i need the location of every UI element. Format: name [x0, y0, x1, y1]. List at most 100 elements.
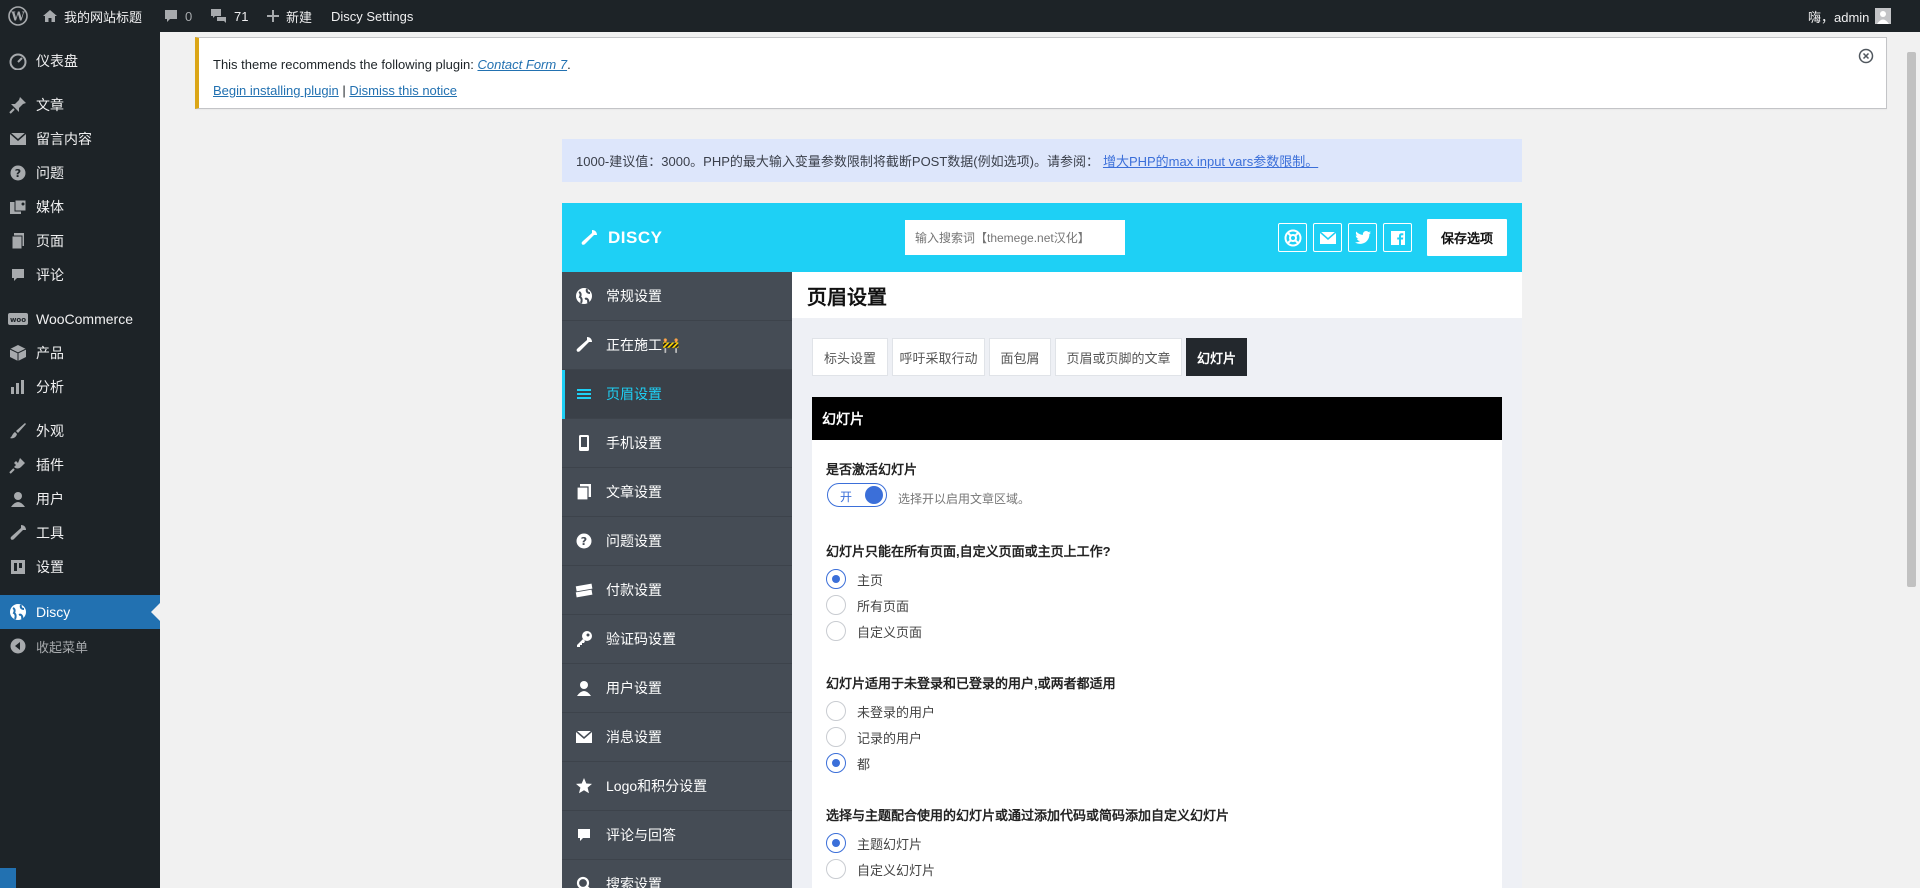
close-icon[interactable]: [1858, 48, 1874, 64]
activate-slider-hint: 选择开以启用文章区域。: [898, 492, 1031, 506]
menu-item-comments[interactable]: 评论: [0, 258, 160, 292]
home-icon: [42, 8, 58, 24]
plus-icon: [266, 9, 280, 23]
options-search-input[interactable]: [905, 220, 1125, 255]
collapse-menu-button[interactable]: 收起菜单: [0, 629, 160, 663]
nav-search-settings[interactable]: 搜索设置: [562, 860, 792, 888]
menu-item-media[interactable]: 媒体: [0, 190, 160, 224]
question-icon: ?: [562, 533, 606, 549]
notice-text: This theme recommends the following plug…: [213, 57, 478, 72]
radio-dot: [826, 753, 846, 773]
radio-label: 都: [857, 756, 871, 772]
nav-message-settings[interactable]: 消息设置: [562, 713, 792, 762]
toggle-knob: [865, 486, 883, 504]
twitter-button[interactable]: [1348, 223, 1377, 252]
menu-item-posts[interactable]: 文章: [0, 88, 160, 122]
nav-post-settings[interactable]: 文章设置: [562, 468, 792, 517]
updates-link[interactable]: 71: [210, 0, 248, 32]
wordpress-logo-icon[interactable]: W: [8, 0, 28, 32]
radio-label: 自定义幻灯片: [857, 862, 936, 878]
tab-slideshow[interactable]: 幻灯片: [1186, 338, 1247, 376]
plugin-link[interactable]: Contact Form 7: [477, 57, 567, 72]
radio-custom-slider[interactable]: 自定义幻灯片: [826, 859, 935, 879]
my-account-link[interactable]: 嗨，admin: [1808, 0, 1892, 32]
menu-item-tools[interactable]: 工具: [0, 516, 160, 550]
menu-item-appearance[interactable]: 外观: [0, 414, 160, 448]
nav-label: 正在施工🚧: [606, 337, 680, 353]
tab-header-settings[interactable]: 标头设置: [812, 338, 888, 376]
user-icon: [562, 680, 606, 696]
begin-installing-link[interactable]: Begin installing plugin: [213, 83, 339, 98]
menu-item-dashboard[interactable]: 仪表盘: [0, 44, 160, 78]
radio-dot: [826, 859, 846, 879]
radio-theme-slider[interactable]: 主题幻灯片: [826, 833, 922, 853]
globe-icon: [562, 287, 606, 305]
nav-mobile-settings[interactable]: 手机设置: [562, 419, 792, 468]
menu-item-settings[interactable]: 设置: [0, 550, 160, 584]
globe-icon: [0, 603, 36, 621]
field-title-activate-slider: 是否激活幻灯片: [826, 462, 918, 477]
menu-item-pages[interactable]: 页面: [0, 224, 160, 258]
page-scrollbar[interactable]: [1903, 32, 1920, 888]
discy-settings-link[interactable]: Discy Settings: [331, 0, 413, 32]
page-icon: [0, 232, 36, 250]
menu-item-label: 媒体: [36, 199, 64, 215]
radio-all-pages[interactable]: 所有页面: [826, 595, 909, 615]
menu-item-label: 插件: [36, 457, 64, 473]
brand-name: DISCY: [608, 227, 663, 247]
menu-item-label: 留言内容: [36, 131, 92, 147]
nav-captcha-settings[interactable]: 验证码设置: [562, 615, 792, 664]
menu-item-users[interactable]: 用户: [0, 482, 160, 516]
product-icon: [0, 344, 36, 362]
save-options-button[interactable]: 保存选项: [1427, 219, 1507, 256]
menu-item-discy[interactable]: Discy: [0, 595, 160, 629]
radio-label: 主题幻灯片: [857, 836, 923, 852]
radio-home[interactable]: 主页: [826, 569, 883, 589]
nav-general-settings[interactable]: 常规设置: [562, 272, 792, 321]
updates-icon: [210, 8, 228, 24]
support-button[interactable]: [1278, 223, 1307, 252]
facebook-button[interactable]: [1383, 223, 1412, 252]
email-button[interactable]: [1313, 223, 1342, 252]
menu-item-plugins[interactable]: 插件: [0, 448, 160, 482]
nav-header-settings[interactable]: 页眉设置: [562, 370, 792, 419]
php-vars-link[interactable]: 增大PHP的max input vars参数限制。: [1103, 151, 1318, 170]
tab-breadcrumbs[interactable]: 面包屑: [989, 338, 1051, 376]
site-name-link[interactable]: 我的网站标题: [42, 0, 142, 32]
warning-text: 1000-建议值：3000。PHP的最大输入变量参数限制将截断POST数据(例如…: [576, 154, 1099, 169]
comments-link[interactable]: 0: [163, 0, 192, 32]
menu-item-products[interactable]: 产品: [0, 336, 160, 370]
nav-label: 用户设置: [606, 680, 662, 696]
menu-item-messages[interactable]: 留言内容: [0, 122, 160, 156]
tab-header-footer-posts[interactable]: 页眉或页脚的文章: [1055, 338, 1182, 376]
media-icon: [0, 199, 36, 215]
menu-item-label: 仪表盘: [36, 53, 78, 69]
svg-text:?: ?: [581, 535, 587, 548]
tab-call-to-action[interactable]: 呼吁采取行动: [892, 338, 985, 376]
dismiss-notice-link[interactable]: Dismiss this notice: [349, 83, 457, 98]
new-content-link[interactable]: 新建: [266, 0, 312, 32]
nav-under-construction[interactable]: 正在施工🚧: [562, 321, 792, 370]
svg-text:W: W: [10, 10, 25, 24]
search-icon: [562, 876, 606, 888]
radio-logged-in-users[interactable]: 记录的用户: [826, 727, 922, 747]
radio-custom-pages[interactable]: 自定义页面: [826, 621, 922, 641]
updates-count: 71: [234, 8, 249, 24]
nav-label: Logo和积分设置: [606, 778, 708, 794]
nav-comments-answers[interactable]: 评论与回答: [562, 811, 792, 860]
radio-logged-out-users[interactable]: 未登录的用户: [826, 701, 935, 721]
nav-payment-settings[interactable]: 付款设置: [562, 566, 792, 615]
menu-item-questions[interactable]: ? 问题: [0, 156, 160, 190]
scrollbar-thumb[interactable]: [1907, 52, 1916, 587]
avatar: [1875, 8, 1892, 24]
menu-item-analytics[interactable]: 分析: [0, 370, 160, 404]
nav-logo-points-settings[interactable]: Logo和积分设置: [562, 762, 792, 811]
plugin-icon: [0, 456, 36, 474]
nav-question-settings[interactable]: ? 问题设置: [562, 517, 792, 566]
nav-user-settings[interactable]: 用户设置: [562, 664, 792, 713]
radio-both-users[interactable]: 都: [826, 753, 870, 773]
menu-item-woocommerce[interactable]: woo WooCommerce: [0, 302, 160, 336]
svg-text:woo: woo: [10, 316, 26, 324]
activate-slider-toggle[interactable]: 开: [827, 483, 887, 507]
envelope-icon: [1319, 230, 1336, 244]
